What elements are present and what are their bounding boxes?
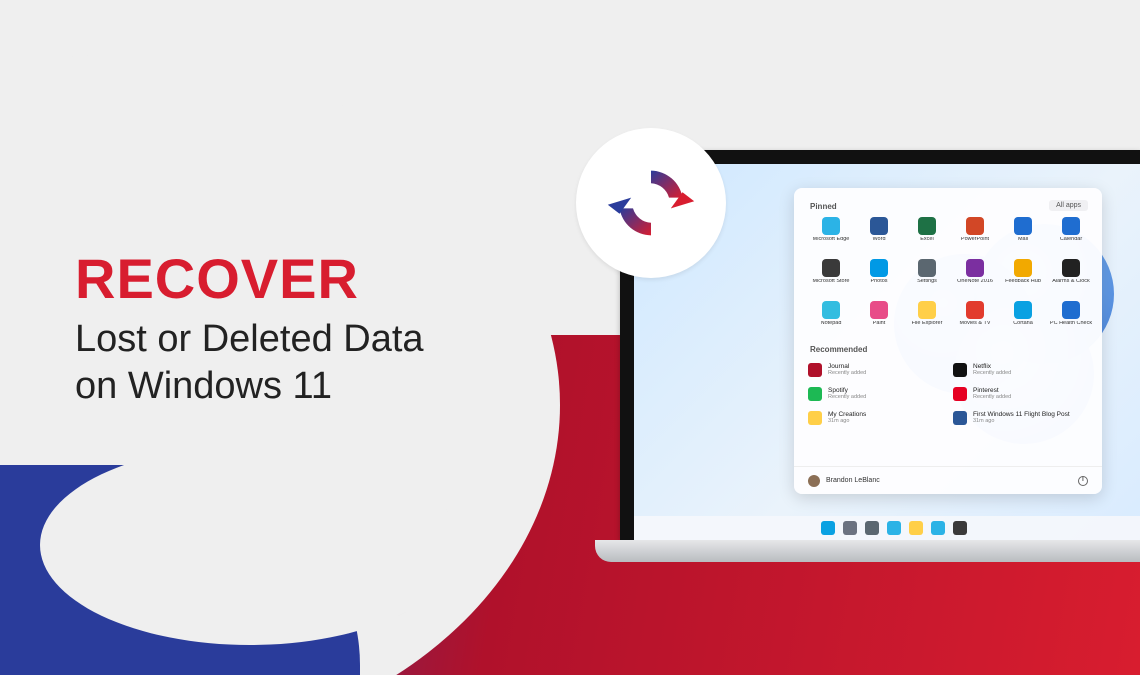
recommended-subtitle: Recently added — [828, 395, 866, 401]
app-tile[interactable]: Photos — [856, 259, 902, 297]
app-icon — [1014, 217, 1032, 235]
app-tile[interactable]: Calendar — [1048, 217, 1094, 255]
app-label: Settings — [904, 279, 950, 285]
taskbar-search-icon[interactable] — [843, 521, 857, 535]
app-icon — [1062, 259, 1080, 277]
pinned-apps-grid: Microsoft EdgeWordExcelPowerPointMailCal… — [808, 217, 1088, 339]
recommended-icon — [953, 411, 967, 425]
background-wave-blue — [0, 465, 360, 675]
app-tile[interactable]: Notepad — [808, 301, 854, 339]
app-label: Paint — [856, 321, 902, 327]
start-menu[interactable]: Pinned All apps Microsoft EdgeWordExcelP… — [794, 188, 1102, 494]
taskbar-taskview-icon[interactable] — [865, 521, 879, 535]
app-tile[interactable]: Excel — [904, 217, 950, 255]
app-tile[interactable]: PC Health Check — [1048, 301, 1094, 339]
taskbar-edge-icon[interactable] — [931, 521, 945, 535]
app-label: Cortana — [1000, 321, 1046, 327]
promo-graphic: RECOVER Lost or Deleted Data on Windows … — [0, 0, 1140, 675]
app-icon — [870, 217, 888, 235]
app-label: Notepad — [808, 321, 854, 327]
app-icon — [1014, 259, 1032, 277]
recommended-subtitle: Recently added — [973, 395, 1011, 401]
headline-subtitle: Lost or Deleted Data on Windows 11 — [75, 316, 424, 411]
app-label: Microsoft Store — [808, 279, 854, 285]
app-icon — [1014, 301, 1032, 319]
app-tile[interactable]: Word — [856, 217, 902, 255]
app-label: Movies & TV — [952, 321, 998, 327]
app-label: Microsoft Edge — [808, 237, 854, 243]
app-icon — [1062, 301, 1080, 319]
app-icon — [966, 301, 984, 319]
app-icon — [822, 301, 840, 319]
app-label: Alarms & Clock — [1048, 279, 1094, 285]
app-icon — [918, 259, 936, 277]
username-label[interactable]: Brandon LeBlanc — [826, 477, 880, 484]
app-tile[interactable]: Alarms & Clock — [1048, 259, 1094, 297]
app-label: PowerPoint — [952, 237, 998, 243]
headline: RECOVER Lost or Deleted Data on Windows … — [75, 248, 424, 411]
recommended-icon — [808, 411, 822, 425]
start-menu-footer: Brandon LeBlanc — [794, 466, 1102, 494]
app-label: Mail — [1000, 237, 1046, 243]
app-tile[interactable]: Settings — [904, 259, 950, 297]
app-icon — [966, 217, 984, 235]
app-icon — [966, 259, 984, 277]
app-label: Photos — [856, 279, 902, 285]
app-tile[interactable]: Mail — [1000, 217, 1046, 255]
pinned-section-label: Pinned — [810, 202, 1088, 211]
laptop-base — [595, 540, 1140, 562]
app-tile[interactable]: Microsoft Store — [808, 259, 854, 297]
app-icon — [870, 259, 888, 277]
recommended-icon — [808, 387, 822, 401]
app-tile[interactable]: File Explorer — [904, 301, 950, 339]
taskbar-start-icon[interactable] — [821, 521, 835, 535]
app-tile[interactable]: OneNote 2016 — [952, 259, 998, 297]
app-icon — [822, 217, 840, 235]
app-icon — [1062, 217, 1080, 235]
app-label: Excel — [904, 237, 950, 243]
app-tile[interactable]: PowerPoint — [952, 217, 998, 255]
recommended-item[interactable]: NetflixRecently added — [953, 360, 1088, 380]
app-label: File Explorer — [904, 321, 950, 327]
refresh-badge — [576, 128, 726, 278]
recommended-item[interactable]: First Windows 11 Flight Blog Post31m ago — [953, 408, 1088, 428]
recommended-item[interactable]: SpotifyRecently added — [808, 384, 943, 404]
app-label: OneNote 2016 — [952, 279, 998, 285]
app-tile[interactable]: Microsoft Edge — [808, 217, 854, 255]
app-tile[interactable]: Paint — [856, 301, 902, 339]
app-label: Calendar — [1048, 237, 1094, 243]
app-tile[interactable]: Feedback Hub — [1000, 259, 1046, 297]
app-label: Feedback Hub — [1000, 279, 1046, 285]
recommended-item[interactable]: PinterestRecently added — [953, 384, 1088, 404]
app-label: Word — [856, 237, 902, 243]
taskbar-widgets-icon[interactable] — [887, 521, 901, 535]
app-icon — [822, 259, 840, 277]
app-tile[interactable]: Cortana — [1000, 301, 1046, 339]
recommended-list: JournalRecently added NetflixRecently add… — [808, 360, 1088, 428]
recommended-subtitle: 31m ago — [828, 419, 866, 425]
recommended-item[interactable]: JournalRecently added — [808, 360, 943, 380]
recommended-subtitle: 31m ago — [973, 419, 1070, 425]
taskbar[interactable] — [634, 516, 1140, 540]
app-icon — [918, 217, 936, 235]
recommended-icon — [953, 387, 967, 401]
app-icon — [918, 301, 936, 319]
recommended-icon — [953, 363, 967, 377]
all-apps-button[interactable]: All apps — [1049, 200, 1088, 211]
user-avatar[interactable] — [808, 475, 820, 487]
recommended-icon — [808, 363, 822, 377]
taskbar-explorer-icon[interactable] — [909, 521, 923, 535]
taskbar-store-icon[interactable] — [953, 521, 967, 535]
recommended-section-label: Recommended — [810, 345, 1088, 354]
recommended-subtitle: Recently added — [973, 371, 1011, 377]
recommended-item[interactable]: My Creations31m ago — [808, 408, 943, 428]
app-label: PC Health Check — [1048, 321, 1094, 327]
refresh-sync-icon — [606, 158, 696, 248]
headline-title: RECOVER — [75, 248, 424, 310]
recommended-subtitle: Recently added — [828, 371, 866, 377]
app-tile[interactable]: Movies & TV — [952, 301, 998, 339]
app-icon — [870, 301, 888, 319]
power-icon[interactable] — [1078, 476, 1088, 486]
